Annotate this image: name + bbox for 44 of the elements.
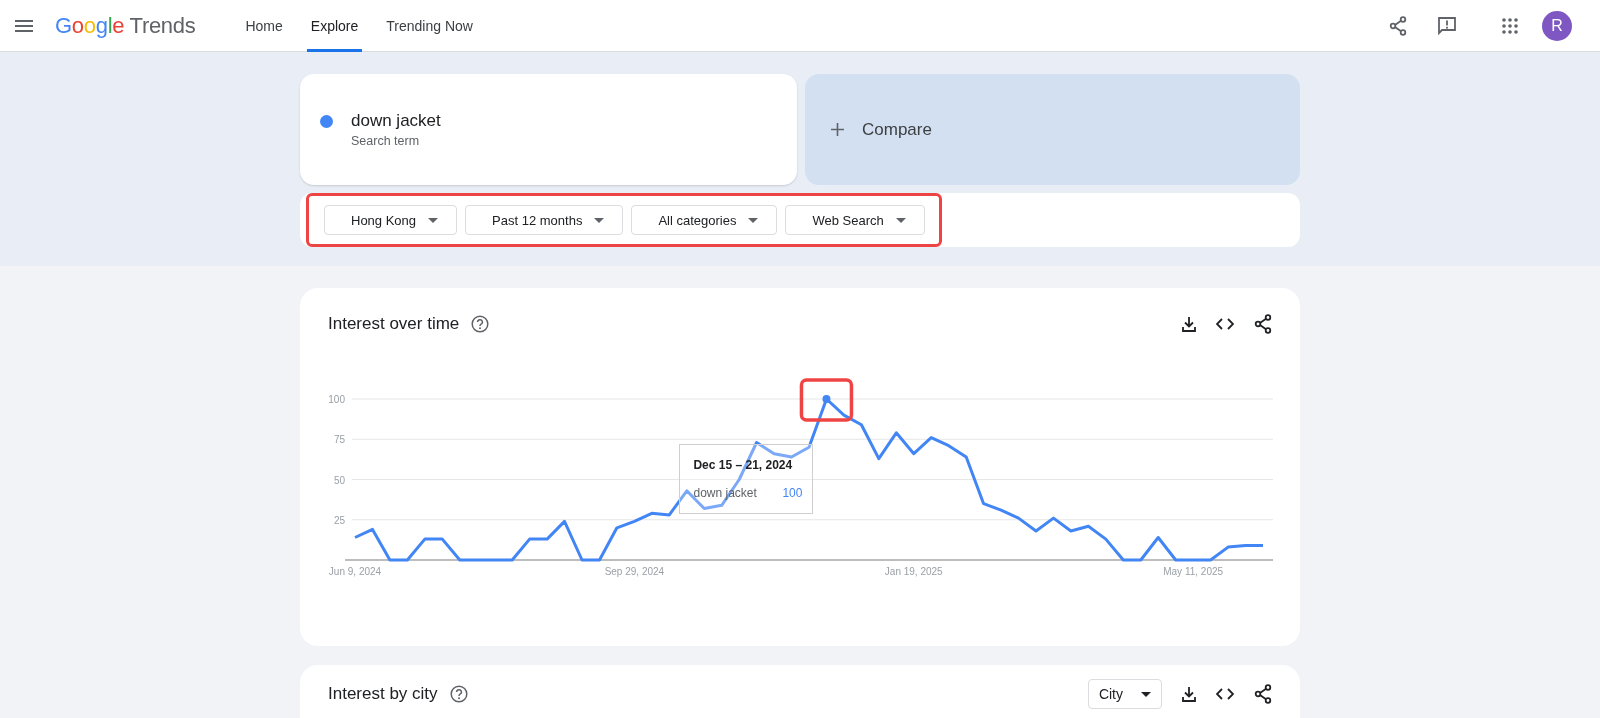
caret-icon <box>594 217 605 223</box>
x-axis-label: Jan 19, 2025 <box>884 566 943 577</box>
nav-tab[interactable]: Home <box>241 0 287 52</box>
filter-dropdown[interactable]: Web Search <box>785 205 925 235</box>
x-axis-label: May 11, 2025 <box>1163 566 1224 577</box>
card-title: Interest over time <box>328 314 460 334</box>
download-icon[interactable] <box>1182 686 1196 702</box>
embed-code-icon[interactable] <box>1216 688 1234 700</box>
help-icon[interactable] <box>449 685 468 703</box>
y-axis-label: 25 <box>333 514 345 526</box>
embed-code-icon[interactable] <box>1216 318 1234 330</box>
app-logo[interactable]: Google Trends <box>55 12 196 39</box>
menu-icon[interactable] <box>15 19 33 32</box>
y-axis-label: 50 <box>333 474 345 486</box>
feedback-icon[interactable] <box>1437 15 1457 36</box>
city-dropdown[interactable]: City <box>1087 679 1162 709</box>
y-axis-label: 75 <box>333 434 345 446</box>
caret-icon <box>748 217 759 223</box>
filter-dropdown[interactable]: All categories <box>631 205 778 235</box>
data-point[interactable] <box>822 395 831 403</box>
plus-icon <box>831 123 844 136</box>
user-avatar[interactable]: R <box>1542 10 1572 41</box>
search-term-card[interactable]: down jacket Search term <box>300 74 797 185</box>
tooltip-value: 100 <box>782 486 803 500</box>
share-icon[interactable] <box>1254 314 1272 334</box>
filter-dropdown[interactable]: Past 12 months <box>465 205 624 235</box>
x-axis-label: Sep 29, 2024 <box>604 566 665 577</box>
card-title: Interest by city <box>328 684 438 704</box>
download-icon[interactable] <box>1182 316 1196 332</box>
caret-icon <box>1141 691 1151 697</box>
apps-icon[interactable] <box>1502 17 1518 34</box>
x-axis-label: Jun 9, 2024 <box>328 566 382 577</box>
help-icon[interactable] <box>471 315 490 333</box>
share-icon[interactable] <box>1254 684 1272 704</box>
caret-icon <box>895 217 906 223</box>
search-term-label: Search term <box>351 134 421 148</box>
caret-icon <box>428 217 439 223</box>
nav-tab[interactable]: Trending Now <box>382 0 477 52</box>
share-icon[interactable] <box>1389 15 1407 36</box>
compare-button[interactable]: Compare <box>805 74 1300 185</box>
filter-dropdown[interactable]: Hong Kong <box>324 205 458 235</box>
tooltip-date: Dec 15 – 21, 2024 <box>693 458 794 472</box>
y-axis-label: 100 <box>328 394 345 405</box>
search-term: down jacket <box>351 111 441 131</box>
